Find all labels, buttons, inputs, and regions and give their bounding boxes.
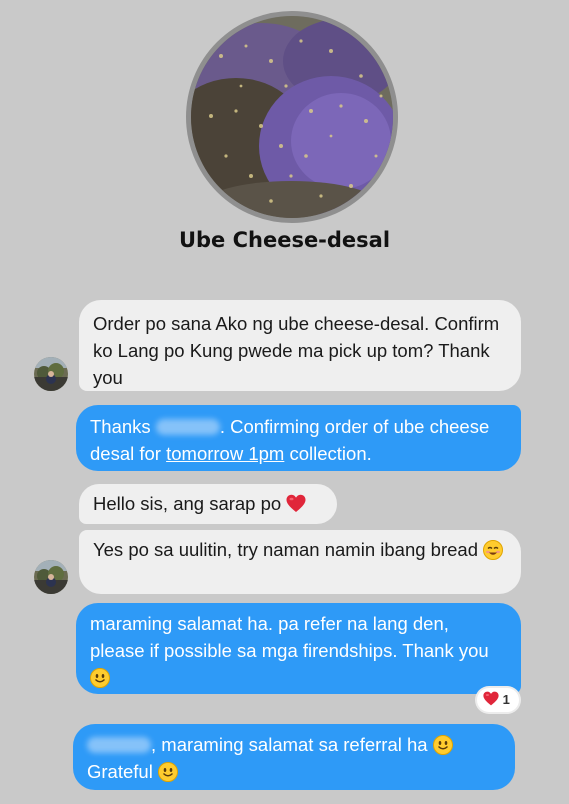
group-avatar[interactable] bbox=[186, 11, 398, 223]
message-text: Yes po sa uulitin, try naman namin ibang… bbox=[93, 539, 478, 560]
ube-bread-photo bbox=[191, 16, 393, 218]
slightly-smiling-face-emoji bbox=[157, 762, 178, 782]
redacted-name bbox=[87, 737, 151, 753]
message-bubble-incoming[interactable]: Order po sana Ako ng ube cheese-desal. C… bbox=[79, 300, 521, 391]
slightly-smiling-face-emoji bbox=[432, 735, 453, 755]
smiling-face-emoji bbox=[483, 540, 504, 560]
slightly-smiling-face-emoji bbox=[90, 668, 110, 688]
message-bubble-incoming[interactable]: Yes po sa uulitin, try naman namin ibang… bbox=[79, 530, 521, 594]
sender-avatar[interactable] bbox=[34, 560, 68, 594]
chat-title: Ube Cheese-desal bbox=[178, 228, 391, 252]
message-reaction[interactable]: 1 bbox=[477, 688, 519, 712]
message-text: maraming salamat ha. pa refer na lang de… bbox=[90, 613, 489, 661]
message-text: Grateful bbox=[87, 761, 153, 782]
sender-photo bbox=[34, 357, 68, 391]
message-text: Order po sana Ako ng ube cheese-desal. C… bbox=[93, 313, 500, 388]
sender-photo bbox=[34, 560, 68, 594]
message-text: Hello sis, ang sarap po bbox=[93, 493, 282, 514]
message-bubble-outgoing[interactable]: , maraming salamat sa referral ha Gratef… bbox=[73, 724, 515, 790]
sender-avatar[interactable] bbox=[34, 357, 68, 391]
redacted-name bbox=[155, 419, 220, 435]
message-text: Thanks bbox=[90, 416, 151, 437]
message-bubble-outgoing[interactable]: Thanks . Confirming order of ube cheese … bbox=[76, 405, 521, 471]
message-bubble-outgoing[interactable]: maraming salamat ha. pa refer na lang de… bbox=[76, 603, 521, 694]
reaction-count: 1 bbox=[502, 692, 510, 707]
message-text: collection. bbox=[289, 443, 372, 464]
message-text: , maraming salamat sa referral ha bbox=[151, 734, 428, 755]
red-heart-emoji bbox=[286, 494, 306, 512]
chat-header: Ube Cheese-desal bbox=[0, 0, 569, 270]
heart-reaction-icon bbox=[483, 691, 499, 706]
message-bubble-incoming[interactable]: Hello sis, ang sarap po bbox=[79, 484, 337, 524]
date-link[interactable]: tomorrow 1pm bbox=[166, 443, 284, 464]
